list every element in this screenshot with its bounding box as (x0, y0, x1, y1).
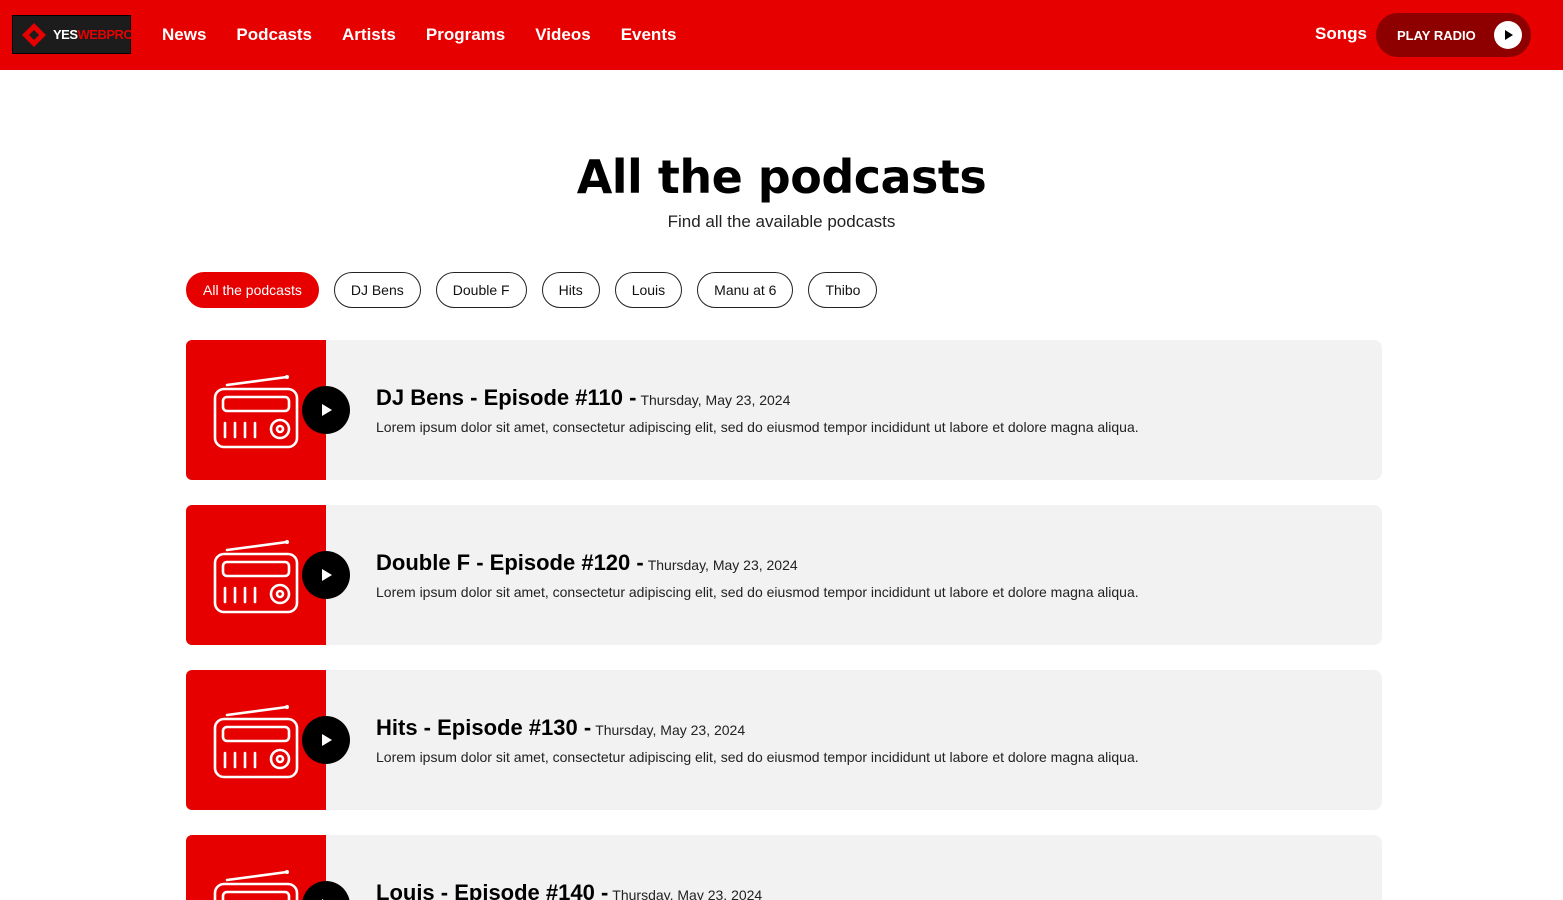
play-icon (322, 404, 332, 416)
episode-card[interactable]: Hits - Episode #130 - Thursday, May 23, 2… (186, 670, 1382, 810)
nav-item-news[interactable]: News (162, 25, 206, 45)
play-icon (322, 734, 332, 746)
nav-item-videos[interactable]: Videos (535, 25, 590, 45)
nav-item-artists[interactable]: Artists (342, 25, 396, 45)
radio-icon (213, 870, 299, 900)
page-title: All the podcasts (576, 150, 987, 204)
site-logo[interactable]: YESWEBPRO (12, 15, 134, 54)
episode-title[interactable]: Double F - Episode #120 - (376, 550, 644, 575)
filter-thibo[interactable]: Thibo (808, 272, 878, 308)
logo-text-brand: WEBPRO (77, 27, 134, 42)
nav-item-programs[interactable]: Programs (426, 25, 505, 45)
filter-dj-bens[interactable]: DJ Bens (333, 272, 421, 308)
nav-item-podcasts[interactable]: Podcasts (236, 25, 312, 45)
radio-icon (213, 540, 299, 614)
filter-manu-at-6[interactable]: Manu at 6 (697, 272, 794, 308)
radio-icon (213, 705, 299, 779)
page-subtitle: Find all the available podcasts (667, 212, 896, 231)
radio-icon (213, 375, 299, 449)
episode-date: Thursday, May 23, 2024 (612, 887, 763, 900)
episode-play-button[interactable] (302, 881, 350, 900)
episode-play-button[interactable] (302, 386, 350, 434)
songs-link[interactable]: Songs (1315, 24, 1367, 44)
episode-card[interactable]: Double F - Episode #120 - Thursday, May 2… (186, 505, 1382, 645)
episode-title[interactable]: Louis - Episode #140 - (376, 880, 608, 900)
logo-text-yes: YES (53, 27, 78, 42)
episode-title[interactable]: Hits - Episode #130 - (376, 715, 591, 740)
filter-double-f[interactable]: Double F (435, 272, 527, 308)
filter-hits[interactable]: Hits (541, 272, 600, 308)
filter-louis[interactable]: Louis (614, 272, 683, 308)
play-icon (322, 569, 332, 581)
episode-date: Thursday, May 23, 2024 (647, 557, 798, 573)
podcast-filters: All the podcasts DJ Bens Double F Hits L… (186, 272, 892, 308)
episode-card[interactable]: Louis - Episode #140 - Thursday, May 23, … (186, 835, 1382, 900)
episode-title[interactable]: DJ Bens - Episode #110 - (376, 385, 636, 410)
episode-description: Lorem ipsum dolor sit amet, consectetur … (376, 419, 1139, 435)
episode-description: Lorem ipsum dolor sit amet, consectetur … (376, 749, 1139, 765)
episode-play-button[interactable] (302, 551, 350, 599)
play-radio-label: PLAY RADIO (1397, 27, 1476, 43)
episode-date: Thursday, May 23, 2024 (640, 392, 791, 408)
diamond-logo-icon (21, 22, 47, 48)
filter-all-podcasts[interactable]: All the podcasts (186, 272, 319, 308)
main-nav: News Podcasts Artists Programs Videos Ev… (162, 0, 706, 70)
play-radio-button[interactable]: PLAY RADIO (1376, 13, 1531, 57)
episode-play-button[interactable] (302, 716, 350, 764)
top-navigation-bar: YESWEBPRO News Podcasts Artists Programs… (0, 0, 1563, 70)
play-icon (1494, 21, 1522, 49)
episode-card[interactable]: DJ Bens - Episode #110 - Thursday, May 23… (186, 340, 1382, 480)
nav-item-events[interactable]: Events (621, 25, 677, 45)
episode-date: Thursday, May 23, 2024 (595, 722, 746, 738)
episode-description: Lorem ipsum dolor sit amet, consectetur … (376, 584, 1139, 600)
